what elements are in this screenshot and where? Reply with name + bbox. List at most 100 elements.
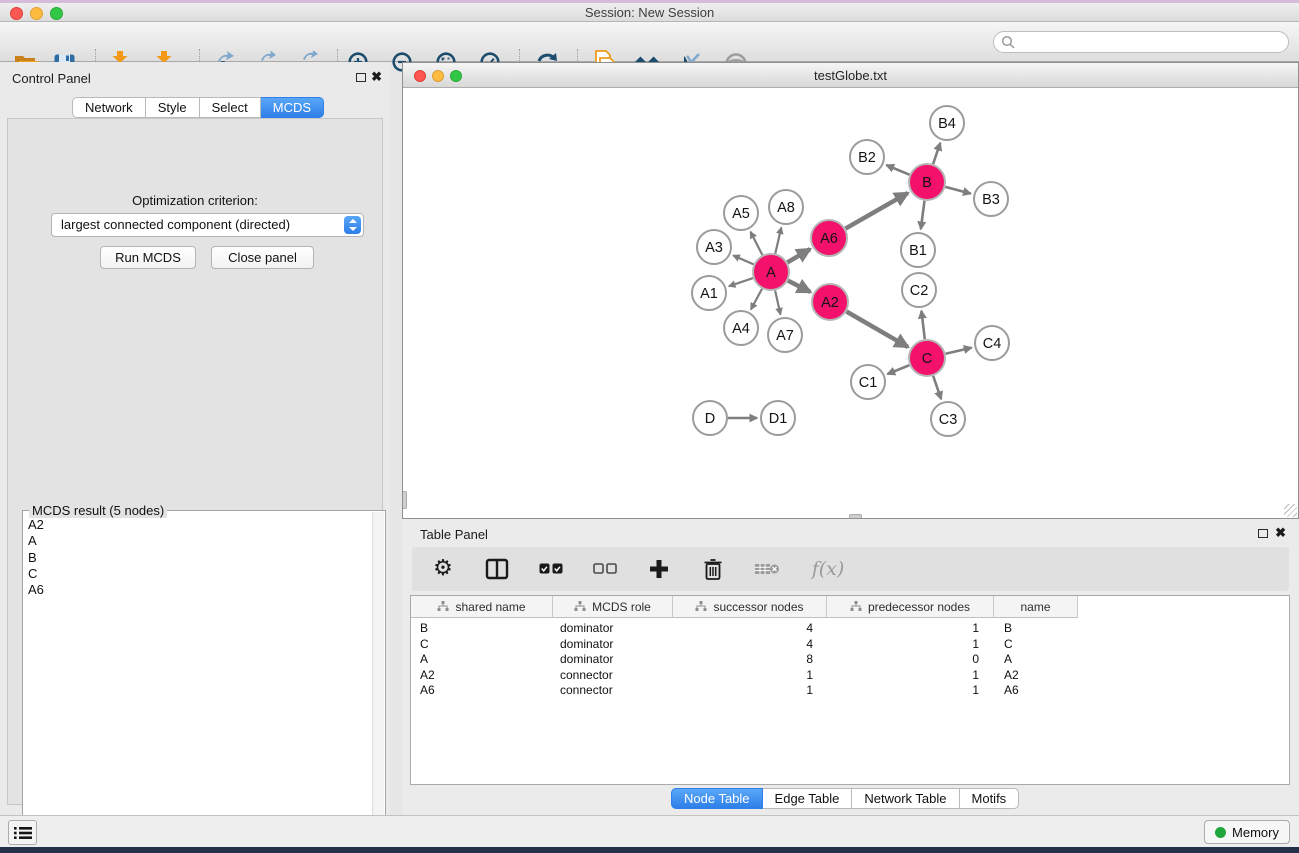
graph-edge-C-C2[interactable]	[921, 311, 924, 339]
graph-edge-B-B3[interactable]	[945, 187, 970, 194]
mcds-result-list[interactable]: A2ABCA6	[24, 515, 372, 853]
vertical-scroll-thumb[interactable]	[403, 491, 407, 509]
graph-edge-A-A4[interactable]	[751, 289, 762, 310]
close-table-panel-icon[interactable]: ✖	[1275, 527, 1286, 539]
table-cell[interactable]: A6	[994, 683, 1078, 699]
result-list-item[interactable]: B	[28, 550, 372, 566]
resize-grip[interactable]	[1284, 504, 1297, 517]
table-cell[interactable]: B	[994, 621, 1078, 637]
select-all-button[interactable]	[538, 556, 564, 582]
tab-mcds[interactable]: MCDS	[261, 97, 324, 118]
delete-table-button[interactable]	[754, 556, 780, 582]
table-cell[interactable]: 4	[673, 621, 827, 637]
table-row[interactable]: A2connector11A2	[411, 668, 1289, 684]
column-header-successor-nodes[interactable]: successor nodes	[673, 596, 827, 618]
table-cell[interactable]: A6	[411, 683, 553, 699]
graph-edge-A-A6[interactable]	[787, 249, 810, 262]
graph-edge-A-A5[interactable]	[751, 232, 763, 255]
tab-select[interactable]: Select	[200, 97, 261, 118]
graph-edge-C-C3[interactable]	[933, 376, 941, 399]
graph-edge-A-A8[interactable]	[775, 227, 781, 253]
table-cell[interactable]: 1	[827, 668, 994, 684]
column-header-shared-name[interactable]: shared name	[411, 596, 553, 618]
graph-edge-B-B2[interactable]	[886, 165, 909, 175]
graph-node-A3[interactable]: A3	[697, 230, 731, 264]
graph-edge-A6-B[interactable]	[845, 193, 907, 229]
graph-edge-A-A7[interactable]	[775, 291, 780, 315]
graph-node-B3[interactable]: B3	[974, 182, 1008, 216]
result-list-item[interactable]: A2	[28, 517, 372, 533]
table-cell[interactable]: 1	[827, 621, 994, 637]
graph-node-A4[interactable]: A4	[724, 311, 758, 345]
graph-node-C3[interactable]: C3	[931, 402, 965, 436]
deselect-all-button[interactable]	[592, 556, 618, 582]
tab-network-table[interactable]: Network Table	[852, 788, 959, 809]
table-cell[interactable]: B	[411, 621, 553, 637]
run-mcds-button[interactable]: Run MCDS	[100, 246, 196, 269]
graph-node-C1[interactable]: C1	[851, 365, 885, 399]
tab-network[interactable]: Network	[72, 97, 146, 118]
graph-node-C4[interactable]: C4	[975, 326, 1009, 360]
search-box[interactable]	[993, 31, 1289, 53]
graph-edge-A2-C[interactable]	[846, 311, 907, 347]
result-list-item[interactable]: A	[28, 533, 372, 549]
memory-button[interactable]: Memory	[1204, 820, 1290, 844]
result-scrollbar[interactable]	[372, 512, 384, 853]
tab-motifs[interactable]: Motifs	[960, 788, 1020, 809]
graph-edge-C-C4[interactable]	[946, 348, 972, 354]
table-row[interactable]: Cdominator41C	[411, 637, 1289, 653]
table-row[interactable]: Bdominator41B	[411, 621, 1289, 637]
table-cell[interactable]: 1	[673, 683, 827, 699]
graph-node-B1[interactable]: B1	[901, 233, 935, 267]
tab-edge-table[interactable]: Edge Table	[763, 788, 853, 809]
horizontal-scroll-thumb[interactable]	[849, 514, 862, 518]
table-cell[interactable]: A	[994, 652, 1078, 668]
table-cell[interactable]: A2	[994, 668, 1078, 684]
graph-node-A7[interactable]: A7	[768, 318, 802, 352]
table-cell[interactable]: dominator	[553, 652, 673, 668]
function-builder-button[interactable]: f(x)	[808, 556, 848, 582]
graph-node-A2[interactable]: A2	[812, 284, 848, 320]
column-header-MCDS-role[interactable]: MCDS role	[553, 596, 673, 618]
table-cell[interactable]: A2	[411, 668, 553, 684]
graph-edge-B-B4[interactable]	[933, 143, 940, 164]
table-mode-button[interactable]: ⚙	[430, 556, 456, 582]
show-column-button[interactable]	[484, 556, 510, 582]
node-table[interactable]: shared nameMCDS rolesuccessor nodesprede…	[410, 595, 1290, 785]
graph-node-C2[interactable]: C2	[902, 273, 936, 307]
table-cell[interactable]: A	[411, 652, 553, 668]
table-cell[interactable]: connector	[553, 668, 673, 684]
table-row[interactable]: Adominator80A	[411, 652, 1289, 668]
column-header-name[interactable]: name	[994, 596, 1078, 618]
create-column-button[interactable]	[646, 556, 672, 582]
graph-edge-C-C1[interactable]	[887, 365, 909, 374]
graph-node-A1[interactable]: A1	[692, 276, 726, 310]
network-canvas[interactable]: B4B2BB3A5A8A6A3B1AA1C2A2A4A7C4CC1C3DD1	[403, 88, 1298, 518]
graph-node-A8[interactable]: A8	[769, 190, 803, 224]
close-panel-icon[interactable]: ✖	[371, 71, 382, 83]
table-cell[interactable]: dominator	[553, 637, 673, 653]
graph-node-A[interactable]: A	[753, 254, 789, 290]
tab-node-table[interactable]: Node Table	[671, 788, 763, 809]
table-cell[interactable]: 1	[827, 683, 994, 699]
graph-edge-B-B1[interactable]	[921, 201, 925, 229]
float-panel-icon[interactable]	[356, 73, 366, 82]
result-list-item[interactable]: A6	[28, 582, 372, 598]
result-list-item[interactable]: C	[28, 566, 372, 582]
graph-node-B2[interactable]: B2	[850, 140, 884, 174]
show-task-history-button[interactable]	[8, 820, 37, 845]
column-header-predecessor-nodes[interactable]: predecessor nodes	[827, 596, 994, 618]
graph-edge-A-A1[interactable]	[729, 278, 753, 286]
table-cell[interactable]: 1	[673, 668, 827, 684]
table-cell[interactable]: C	[411, 637, 553, 653]
close-panel-button[interactable]: Close panel	[211, 246, 314, 269]
table-cell[interactable]: connector	[553, 683, 673, 699]
table-row[interactable]: A6connector11A6	[411, 683, 1289, 699]
criterion-select[interactable]: largest connected component (directed)	[51, 213, 364, 237]
tab-style[interactable]: Style	[146, 97, 200, 118]
graph-node-B[interactable]: B	[909, 164, 945, 200]
table-cell[interactable]: 4	[673, 637, 827, 653]
table-cell[interactable]: 8	[673, 652, 827, 668]
graph-edge-A-A2[interactable]	[788, 281, 810, 292]
table-cell[interactable]: 0	[827, 652, 994, 668]
